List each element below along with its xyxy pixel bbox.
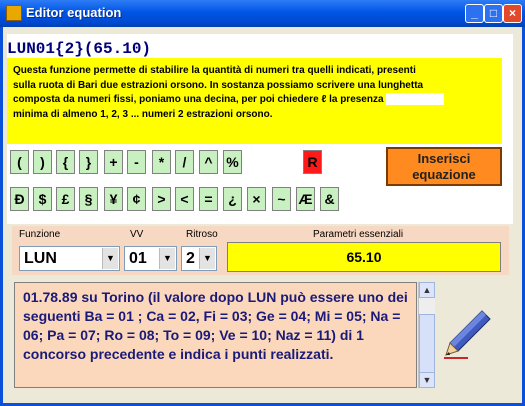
symbol-button-r[interactable]: R [303, 150, 322, 174]
symbol-button-open-paren[interactable]: ( [10, 150, 29, 174]
window-title: Editor equation [26, 5, 122, 20]
symbol-button-yen[interactable]: ¥ [104, 187, 123, 211]
symbol-button-times[interactable]: × [247, 187, 266, 211]
ritroso-select[interactable]: 2 ▼ [181, 246, 217, 271]
symbol-button-less[interactable]: < [175, 187, 194, 211]
close-button[interactable]: × [503, 4, 522, 23]
parametri-label: Parametri essenziali [313, 229, 404, 240]
symbol-button-plus[interactable]: + [104, 150, 123, 174]
ritroso-label: Ritroso [186, 229, 218, 240]
symbol-button-open-brace[interactable]: { [56, 150, 75, 174]
symbol-button-close-brace[interactable]: } [79, 150, 98, 174]
symbol-button-divide[interactable]: / [175, 150, 194, 174]
symbol-button-cent[interactable]: ¢ [127, 187, 146, 211]
symbol-button-inverted-question[interactable]: ¿ [223, 187, 242, 211]
info-scrollbar[interactable]: ▲ ▼ [418, 282, 435, 388]
scroll-down-icon[interactable]: ▼ [419, 372, 435, 388]
pencil-icon [444, 310, 491, 359]
scroll-thumb[interactable] [419, 314, 435, 376]
title-bar[interactable]: Editor equation _ □ × [0, 0, 525, 27]
symbol-button-power[interactable]: ^ [199, 150, 218, 174]
vv-value: 01 [129, 250, 147, 267]
symbol-button-multiply[interactable]: * [152, 150, 171, 174]
funzione-label: Funzione [19, 229, 61, 240]
description-line: sulla ruota di Bari due estrazioni orson… [13, 79, 424, 91]
info-text-box: 01.78.89 su Torino (il valore dopo LUN p… [14, 282, 417, 388]
app-icon [6, 5, 22, 21]
formula-text[interactable]: LUN01{2}(65.10) [7, 40, 151, 58]
chevron-down-icon[interactable]: ▼ [199, 248, 215, 269]
parametri-field[interactable]: 65.10 [227, 242, 501, 272]
insert-button-label: Inserisci [417, 151, 471, 166]
symbol-button-close-paren[interactable]: ) [33, 150, 52, 174]
funzione-select[interactable]: LUN ▼ [19, 246, 120, 271]
blank-field [386, 93, 445, 106]
vv-select[interactable]: 01 ▼ [124, 246, 177, 271]
symbol-button-equals[interactable]: = [199, 187, 218, 211]
minimize-button[interactable]: _ [465, 4, 484, 23]
symbol-button-dollar[interactable]: $ [33, 187, 52, 211]
symbol-button-ae[interactable]: Æ [296, 187, 315, 211]
symbol-button-minus[interactable]: - [127, 150, 146, 174]
insert-equation-button[interactable]: Inserisci equazione [386, 147, 502, 186]
maximize-button[interactable]: □ [484, 4, 503, 23]
symbol-button-ampersand[interactable]: & [320, 187, 339, 211]
edit-pencil-button[interactable] [438, 307, 494, 362]
description-line: Questa funzione permette di stabilire la… [13, 65, 416, 76]
description-line: composta da numeri fissi, poniamo una de… [13, 94, 384, 105]
symbol-button-pound[interactable]: £ [56, 187, 75, 211]
description-box: Questa funzione permette di stabilire la… [7, 58, 502, 144]
description-line: minima di almeno 1, 2, 3 ... numeri 2 es… [13, 108, 273, 120]
ritroso-value: 2 [186, 250, 195, 267]
symbol-button-percent[interactable]: % [223, 150, 242, 174]
insert-button-label: equazione [412, 167, 476, 182]
symbol-button-eth[interactable]: Ð [10, 187, 29, 211]
funzione-value: LUN [24, 250, 57, 267]
symbol-button-greater[interactable]: > [152, 187, 171, 211]
chevron-down-icon[interactable]: ▼ [102, 248, 118, 269]
chevron-down-icon[interactable]: ▼ [159, 248, 175, 269]
scroll-up-icon[interactable]: ▲ [419, 282, 435, 298]
symbol-button-section[interactable]: § [79, 187, 98, 211]
vv-label: VV [130, 229, 144, 240]
symbol-button-tilde[interactable]: ~ [272, 187, 291, 211]
